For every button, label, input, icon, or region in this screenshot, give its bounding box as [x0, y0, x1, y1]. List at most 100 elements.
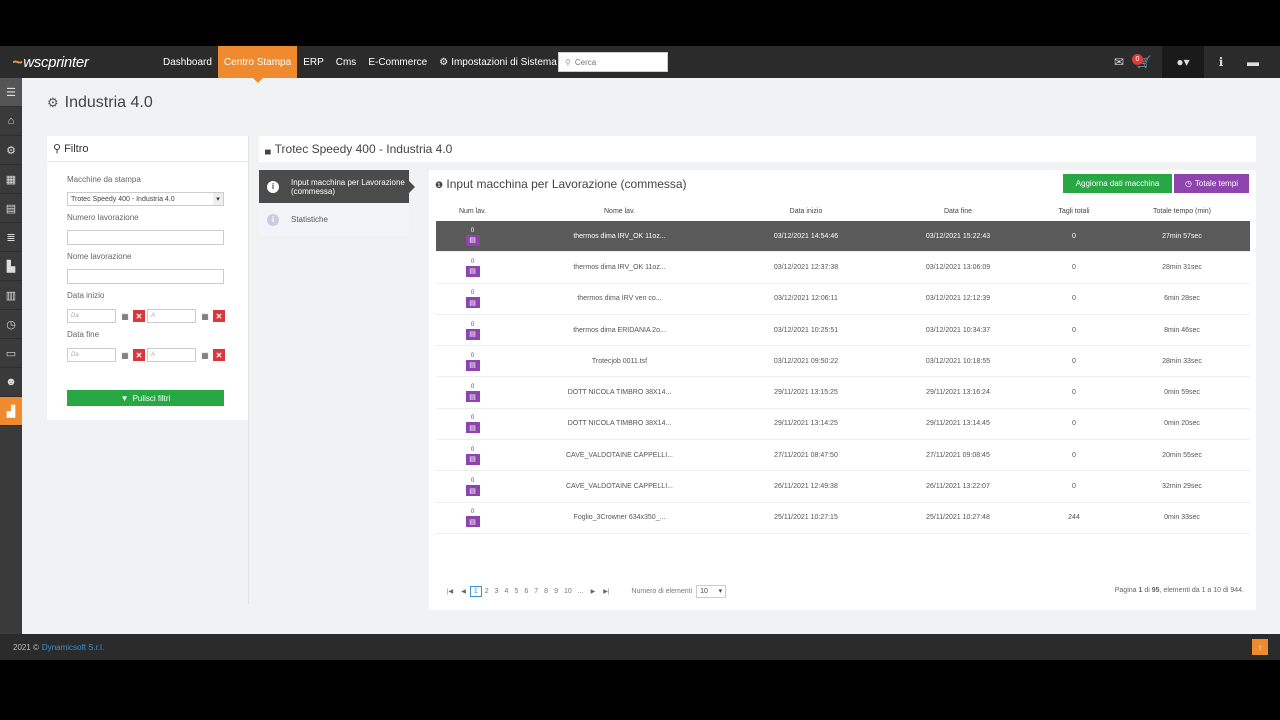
col-time[interactable]: Totale tempo (min): [1114, 208, 1250, 220]
detail-icon[interactable]: ▤: [465, 485, 480, 497]
last-page-icon[interactable]: ▶|: [599, 588, 613, 595]
next-page-icon[interactable]: ▶: [587, 588, 600, 595]
tab-list: i Input macchina per Lavorazione (commes…: [259, 170, 415, 236]
table-row[interactable]: 0 ▤ DOTT NICOLA TIMBRO 38X14... 29/11/202…: [436, 409, 1250, 441]
app-window: ~ wscprinter Dashboard Centro Stampa ERP…: [0, 46, 1280, 660]
machine-select[interactable]: Trotec Speedy 400 - Industria 4.0 ▾: [67, 192, 224, 206]
machine-label: Macchine da stampa: [67, 175, 141, 184]
company-link[interactable]: Dynamicsoft S.r.l.: [42, 643, 104, 652]
tab-input-macchina[interactable]: i Input macchina per Lavorazione (commes…: [259, 170, 415, 203]
prev-page-icon[interactable]: ◀: [457, 588, 470, 595]
nav-erp[interactable]: ERP: [297, 46, 330, 78]
document-icon[interactable]: ▤: [0, 194, 22, 223]
user-menu[interactable]: ●▾: [1162, 46, 1204, 78]
clear-icon[interactable]: ✕: [213, 310, 225, 322]
detail-icon[interactable]: ▤: [465, 234, 480, 246]
search-input[interactable]: [574, 57, 655, 67]
page-link[interactable]: 9: [551, 588, 561, 595]
calendar-icon[interactable]: ▦: [119, 310, 131, 322]
table-row[interactable]: 0 ▤ thermos dima IRV ven co... 03/12/2021…: [436, 284, 1250, 315]
calendar-icon[interactable]: ▦: [199, 349, 211, 361]
col-start[interactable]: Data inizio: [730, 208, 882, 220]
chevron-down-icon: ▾: [718, 588, 723, 595]
detail-icon[interactable]: ▤: [465, 422, 480, 434]
home-icon[interactable]: ⌂: [0, 107, 22, 136]
table-row[interactable]: 0 ▤ thermos dima IRV_OK 11oz... 03/12/202…: [436, 252, 1250, 284]
first-page-icon[interactable]: |◀: [443, 588, 457, 595]
filter-panel: ⚲ Filtro Macchine da stampa Trotec Speed…: [47, 136, 248, 420]
table-row[interactable]: 0 ▤ CAVE_VALDOTAINE CAPPELLI... 26/11/202…: [436, 471, 1250, 503]
detail-icon[interactable]: ▤: [465, 391, 480, 403]
list-icon[interactable]: ≣: [0, 223, 22, 252]
start-date-from-input[interactable]: Da: [67, 309, 116, 323]
end-date-from-input[interactable]: Da: [67, 348, 116, 362]
col-num[interactable]: Num lav.: [436, 208, 509, 220]
col-end[interactable]: Data fine: [882, 208, 1034, 220]
detail-icon[interactable]: ▤: [465, 516, 480, 528]
chat-icon[interactable]: ▬: [1245, 46, 1261, 78]
clear-icon[interactable]: ✕: [133, 349, 145, 361]
page-link[interactable]: 3: [492, 588, 502, 595]
job-number-input[interactable]: [67, 230, 224, 245]
total-times-button[interactable]: ◷ Totale tempi: [1174, 174, 1249, 193]
tab-statistiche[interactable]: i Statistiche: [259, 203, 409, 236]
col-cuts[interactable]: Tagli totali: [1034, 208, 1114, 220]
industry-icon[interactable]: ▟: [0, 397, 22, 426]
page-ellipsis[interactable]: ...: [575, 588, 587, 595]
nav-cms[interactable]: Cms: [330, 46, 363, 78]
table-row[interactable]: 0 ▤ thermos dima IRV_OK 11oz... 03/12/202…: [436, 221, 1250, 253]
clock-icon: ◷: [1184, 179, 1192, 188]
nav-ecommerce[interactable]: E-Commerce: [362, 46, 433, 78]
calendar-icon[interactable]: ▦: [199, 310, 211, 322]
calendar-icon[interactable]: ▦: [119, 349, 131, 361]
menu-toggle-icon[interactable]: ☰: [0, 78, 22, 107]
brand-logo[interactable]: ~ wscprinter: [12, 52, 89, 72]
table-row[interactable]: 0 ▤ CAVE_VALDOTAINE CAPPELLI... 27/11/202…: [436, 440, 1250, 472]
table-row[interactable]: 0 ▤ Foglio_3Crowner 634x350_... 25/11/202…: [436, 503, 1250, 534]
page-link[interactable]: 2: [482, 588, 492, 595]
page-link[interactable]: 10: [561, 588, 575, 595]
page-link[interactable]: 5: [511, 588, 521, 595]
nav-dashboard[interactable]: Dashboard: [157, 46, 218, 78]
job-number-label: Numero lavorazione: [67, 213, 139, 222]
clear-icon[interactable]: ✕: [213, 349, 225, 361]
main-panel-header: ▄ Trotec Speedy 400 - Industria 4.0: [259, 136, 1256, 162]
search-icon: ⚲: [565, 57, 571, 67]
filter-icon: ▼: [120, 393, 129, 403]
users-icon[interactable]: ☻: [0, 368, 22, 397]
info-icon[interactable]: ℹ: [1213, 46, 1229, 78]
page-link[interactable]: 6: [521, 588, 531, 595]
refresh-machine-data-button[interactable]: Aggiorna dati macchina: [1063, 174, 1172, 193]
nav-centro-stampa[interactable]: Centro Stampa: [217, 46, 298, 83]
page-link[interactable]: 8: [541, 588, 551, 595]
mail-icon[interactable]: ✉: [1110, 46, 1128, 78]
detail-icon[interactable]: ▤: [465, 328, 480, 340]
end-date-to-input[interactable]: A: [147, 348, 196, 362]
divider: [248, 136, 249, 604]
detail-icon[interactable]: ▤: [465, 297, 480, 309]
monitor-icon[interactable]: ▭: [0, 339, 22, 368]
page-link[interactable]: 7: [531, 588, 541, 595]
search-box: ⚲: [558, 52, 668, 72]
book-icon[interactable]: ▥: [0, 281, 22, 310]
nav-impostazioni[interactable]: ⚙ Impostazioni di Sistema: [433, 46, 563, 78]
detail-icon[interactable]: ▤: [465, 265, 480, 277]
clear-icon[interactable]: ✕: [133, 310, 145, 322]
scroll-top-button[interactable]: ↑: [1252, 639, 1268, 655]
start-date-to-input[interactable]: A: [147, 309, 196, 323]
calculator-icon[interactable]: ▦: [0, 165, 22, 194]
per-page-select[interactable]: 10 ▾: [696, 584, 727, 598]
job-name-input[interactable]: [67, 269, 224, 284]
clock-gear-icon[interactable]: ◷: [0, 310, 22, 339]
clear-filters-button[interactable]: ▼ Pulisci filtri: [67, 390, 224, 406]
factory-icon[interactable]: ▙: [0, 252, 22, 281]
table-row[interactable]: 0 ▤ thermos dima ERIDANIA 2o... 03/12/202…: [436, 315, 1250, 347]
table-row[interactable]: 0 ▤ Trotecjob 0011.tsf 03/12/2021 09:50:2…: [436, 346, 1250, 378]
page-link[interactable]: 4: [502, 588, 512, 595]
detail-icon[interactable]: ▤: [465, 453, 480, 465]
table-row[interactable]: 0 ▤ DOTT NICOLA TIMBRO 38X14... 29/11/202…: [436, 377, 1250, 409]
page-link[interactable]: 1: [469, 585, 482, 597]
gears-icon[interactable]: ⚙: [0, 136, 22, 165]
detail-icon[interactable]: ▤: [465, 359, 480, 371]
col-name[interactable]: Nome lav.: [509, 208, 730, 220]
